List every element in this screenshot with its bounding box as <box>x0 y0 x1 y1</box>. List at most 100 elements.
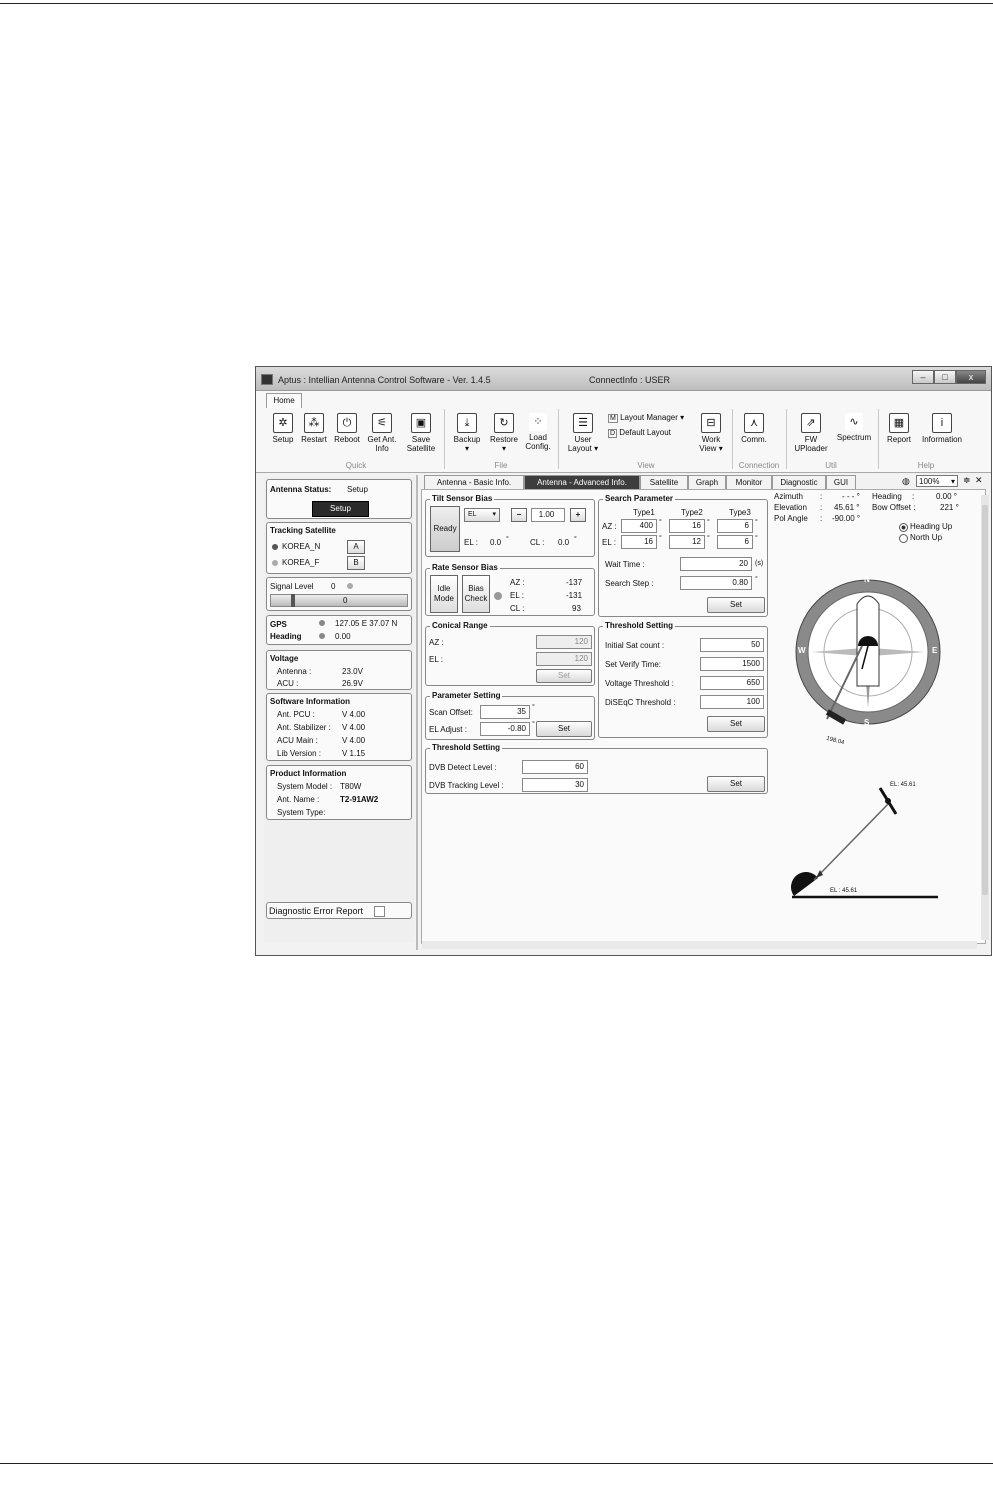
tab-home[interactable]: Home <box>266 393 302 408</box>
pin-icon[interactable]: ◍ <box>902 476 910 487</box>
tab-bar: Antenna - Basic Info. Antenna - Advanced… <box>422 475 987 489</box>
maximize-button[interactable]: □ <box>934 370 956 384</box>
wait-time-input[interactable]: 20 <box>680 557 752 571</box>
menu-icon[interactable]: ≑ <box>963 475 971 486</box>
select-sat-b-button[interactable]: B <box>347 556 365 570</box>
save-satellite-button[interactable]: ▣ Save Satellite <box>404 413 438 453</box>
setup-button[interactable]: Setup <box>312 501 369 517</box>
layout-manager-item[interactable]: M Layout Manager ▾ <box>608 413 684 423</box>
select-sat-a-button[interactable]: A <box>347 540 365 554</box>
user-layout-button[interactable]: ☰ User Layout ▾ <box>566 413 600 453</box>
tab-monitor[interactable]: Monitor <box>726 475 772 489</box>
lib-version-label: Lib Version : <box>277 749 322 758</box>
scroll-thumb[interactable] <box>982 505 988 895</box>
elevation-view <box>791 787 938 899</box>
comm-button[interactable]: ⋏ Comm. <box>738 413 770 444</box>
set-verify-time-input[interactable]: 1500 <box>700 657 764 671</box>
panel-splitter[interactable] <box>416 475 418 950</box>
rate-az-value: -137 <box>566 578 583 587</box>
tab-antenna-basic[interactable]: Antenna - Basic Info. <box>424 475 524 489</box>
ant-name-label: Ant. Name : <box>277 795 320 804</box>
heading-info-value: 0.00 ° <box>936 492 957 501</box>
search-el-type2[interactable]: 12 <box>669 535 705 549</box>
restore-button[interactable]: ↻ Restore ▾ <box>488 413 520 453</box>
window-title: Aptus : Intellian Antenna Control Softwa… <box>278 375 491 385</box>
group-separator <box>444 409 445 469</box>
conical-el-input[interactable]: 120 <box>536 652 592 666</box>
tab-diagnostic[interactable]: Diagnostic <box>772 475 826 489</box>
ground-elevation-label: EL : 45.61 <box>830 888 858 894</box>
product-info-title: Product Information <box>270 769 347 778</box>
search-el-type1[interactable]: 16 <box>621 535 657 549</box>
increase-button[interactable]: + <box>570 508 586 522</box>
colon: : <box>912 492 915 501</box>
zoom-select[interactable]: 100% ▾ <box>916 475 958 487</box>
vertical-scrollbar[interactable] <box>981 495 989 940</box>
axis-select[interactable]: EL ▾ <box>464 508 500 522</box>
search-set-button[interactable]: Set <box>707 597 765 613</box>
bias-check-button[interactable]: Bias Check <box>462 575 490 613</box>
tab-gui[interactable]: GUI <box>826 475 856 489</box>
el-adjust-input[interactable]: -0.80 <box>480 722 530 736</box>
north-up-radio[interactable] <box>899 534 908 543</box>
tilt-step-input[interactable]: 1.00 <box>531 508 565 522</box>
setup-ribbon-button[interactable]: ✲ Setup <box>270 413 296 444</box>
restart-button[interactable]: ⁂ Restart <box>300 413 328 444</box>
initial-sat-count-input[interactable]: 50 <box>700 638 764 652</box>
information-button[interactable]: i Information <box>918 413 966 444</box>
search-el-type3[interactable]: 6 <box>717 535 753 549</box>
degree-symbol: ° <box>659 535 662 542</box>
voltage-threshold-input[interactable]: 650 <box>700 676 764 690</box>
antenna-view-panel: Azimuth : - - - ° Elevation : 45.61 ° Po… <box>772 492 972 932</box>
diag-error-checkbox[interactable] <box>374 906 385 917</box>
threshold-set-button[interactable]: Set <box>707 716 765 732</box>
search-az-type2[interactable]: 16 <box>669 519 705 533</box>
fw-uploader-button[interactable]: ⇗ FW UPloader <box>792 413 830 453</box>
dvb-set-button[interactable]: Set <box>707 776 765 792</box>
search-step-label: Search Step : <box>605 579 654 588</box>
tab-graph[interactable]: Graph <box>688 475 726 489</box>
close-tab-icon[interactable]: ✕ <box>975 475 983 486</box>
tab-satellite[interactable]: Satellite <box>640 475 688 489</box>
load-config-button[interactable]: ⁘ Load Config. <box>523 413 553 451</box>
parameter-set-button[interactable]: Set <box>536 721 592 737</box>
save-icon: ▣ <box>411 413 431 433</box>
pcu-label: Ant. PCU : <box>277 710 315 719</box>
get-ant-info-button[interactable]: ⚟ Get Ant. Info <box>364 413 400 453</box>
heading-up-radio[interactable] <box>899 523 908 532</box>
scan-offset-input[interactable]: 35 <box>480 705 530 719</box>
spectrum-button[interactable]: ∿ Spectrum <box>834 413 874 442</box>
diseqc-threshold-input[interactable]: 100 <box>700 695 764 709</box>
search-az-type1[interactable]: 400 <box>621 519 657 533</box>
horizontal-scrollbar[interactable] <box>422 941 977 949</box>
gps-status-icon <box>319 620 325 626</box>
elevation-label: Elevation <box>774 503 807 512</box>
report-button[interactable]: ▦ Report <box>884 413 914 444</box>
voltage-threshold-label: Voltage Threshold : <box>605 679 674 688</box>
dvb-threshold-title: Threshold Setting <box>430 743 502 752</box>
heading-up-label: Heading Up <box>910 522 953 531</box>
idle-mode-button[interactable]: Idle Mode <box>430 575 458 613</box>
dvb-detect-input[interactable]: 60 <box>522 760 588 774</box>
chevron-down-icon: ▾ <box>492 511 496 518</box>
conical-set-button[interactable]: Set <box>536 669 592 683</box>
decrease-button[interactable]: − <box>511 508 527 522</box>
default-layout-item[interactable]: D Default Layout <box>608 428 671 438</box>
search-az-type3[interactable]: 6 <box>717 519 753 533</box>
conical-az-input[interactable]: 120 <box>536 635 592 649</box>
backup-button[interactable]: ⤓ Backup ▾ <box>452 413 482 453</box>
acu-main-label: ACU Main : <box>277 736 318 745</box>
work-view-button[interactable]: ⊟ Work View ▾ <box>696 413 726 453</box>
search-step-input[interactable]: 0.80 <box>680 576 752 590</box>
close-button[interactable]: x <box>956 370 986 384</box>
ready-button[interactable]: Ready <box>430 506 460 552</box>
diag-error-label: Diagnostic Error Report <box>269 906 364 916</box>
minimize-button[interactable]: – <box>912 370 934 384</box>
acu-voltage-value: 26.9V <box>342 679 363 688</box>
dvb-tracking-input[interactable]: 30 <box>522 778 588 792</box>
group-separator <box>732 409 733 469</box>
compass-west: W <box>798 646 806 655</box>
reboot-button[interactable]: ⏻ Reboot <box>332 413 362 444</box>
tab-antenna-advanced[interactable]: Antenna - Advanced Info. <box>524 475 640 489</box>
signal-slider-handle[interactable] <box>291 594 295 607</box>
